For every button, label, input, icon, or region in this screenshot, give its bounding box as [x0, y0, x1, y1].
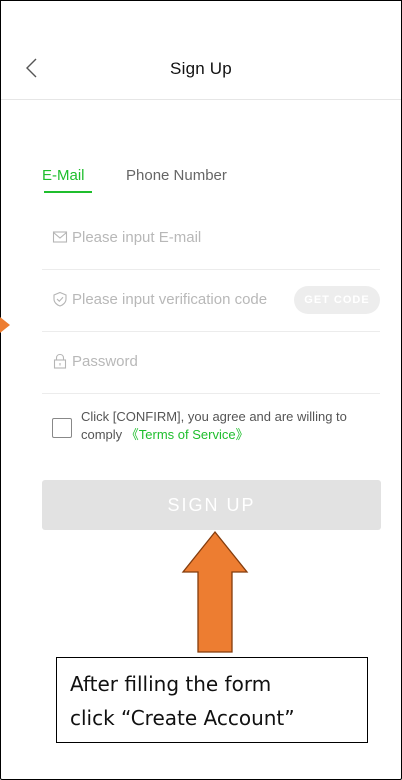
password-field[interactable]: Password [42, 331, 380, 394]
terms-of-service-link[interactable]: 《Terms of Service》 [126, 427, 249, 442]
email-field[interactable]: Please input E-mail [42, 207, 380, 270]
annotation-line-2: click “Create Account” [70, 706, 295, 730]
shield-check-icon [53, 291, 67, 307]
active-tab-indicator [44, 191, 92, 193]
annotation-callout: After filling the form click “Create Acc… [56, 657, 368, 743]
annotation-arrow-up-icon [181, 530, 249, 653]
annotation-line-1: After filling the form [70, 672, 272, 696]
lock-icon [53, 353, 67, 369]
mail-icon [52, 231, 68, 243]
email-placeholder: Please input E-mail [72, 229, 202, 246]
sign-up-button[interactable]: SIGN UP [42, 480, 381, 530]
tab-phone-number[interactable]: Phone Number [126, 167, 227, 184]
tab-email[interactable]: E-Mail [42, 167, 85, 184]
nav-bar: Sign Up [1, 0, 401, 100]
page-title: Sign Up [170, 59, 232, 78]
terms-checkbox[interactable] [52, 418, 72, 438]
password-placeholder: Password [72, 353, 138, 370]
get-code-button[interactable]: GET CODE [294, 286, 380, 314]
verification-code-field[interactable]: Please input verification code GET CODE [42, 269, 380, 332]
verification-code-placeholder: Please input verification code [72, 291, 268, 308]
terms-text: Click [CONFIRM], you agree and are willi… [81, 408, 381, 444]
annotation-arrow-right-icon [0, 317, 10, 333]
